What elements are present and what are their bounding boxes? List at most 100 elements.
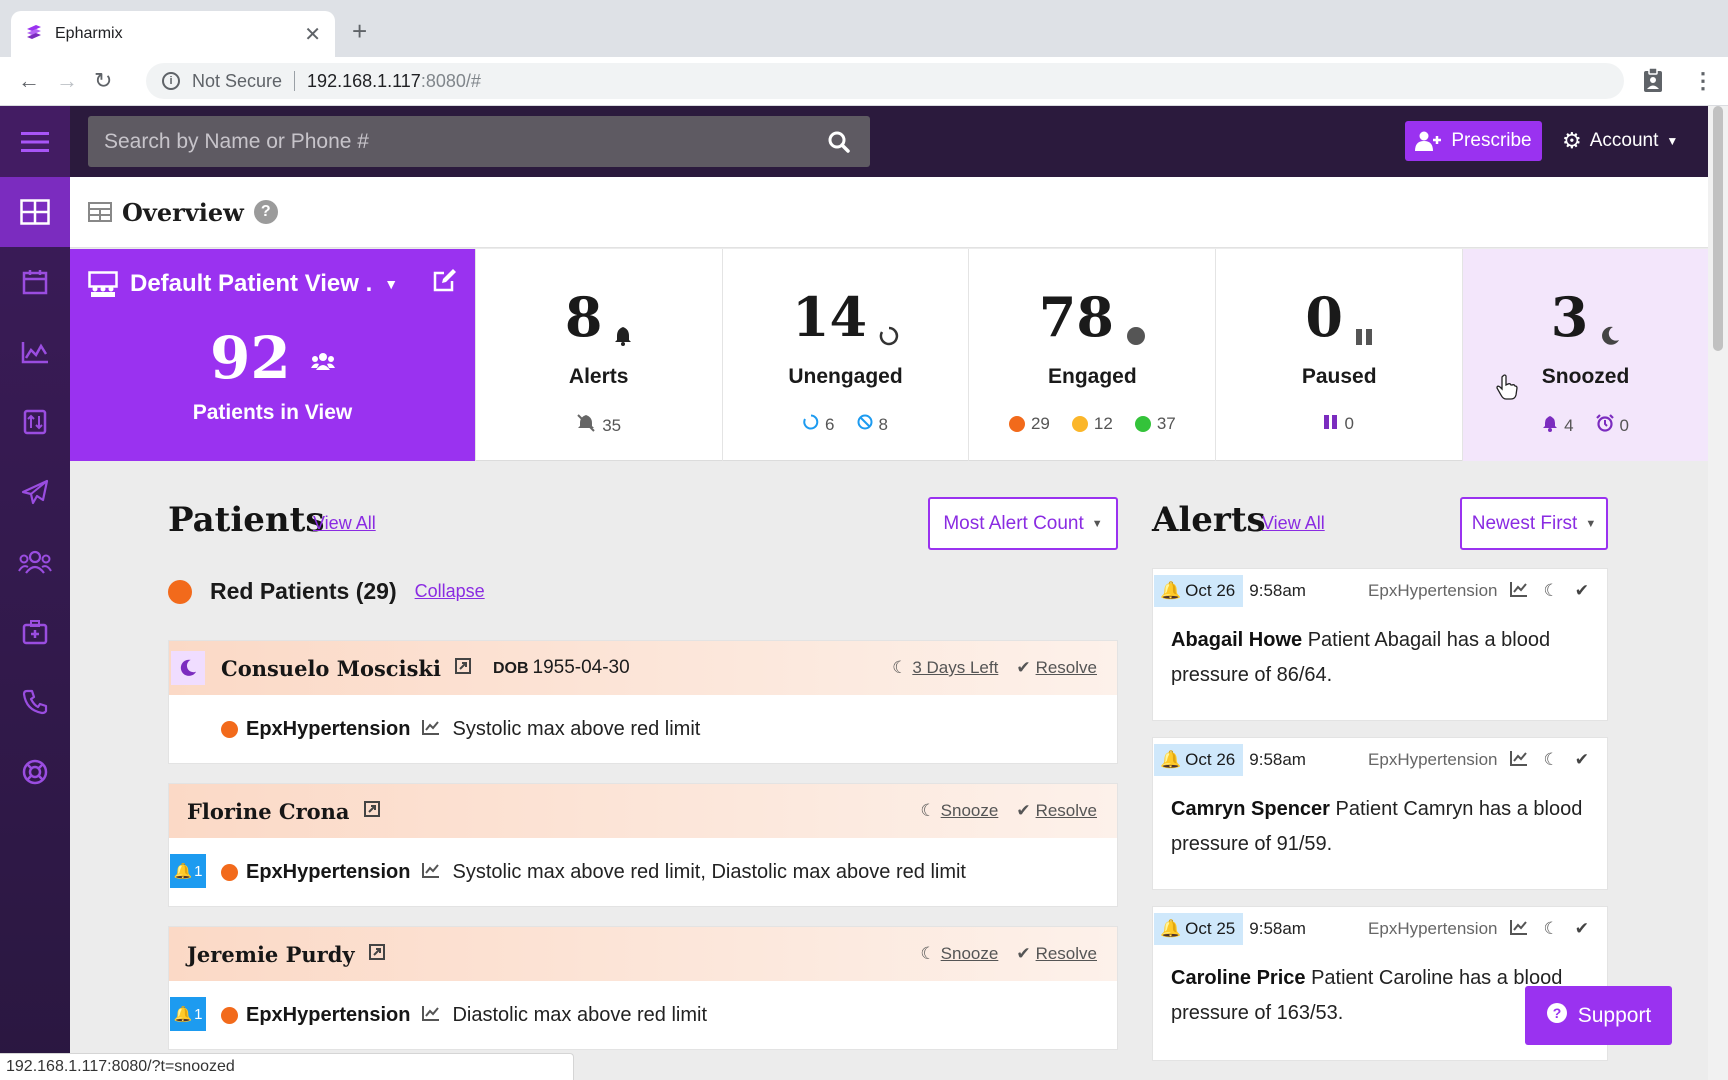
moon-snoozed-icon bbox=[171, 651, 205, 685]
alert-card[interactable]: 🔔 Oct 26 9:58am EpxHypertension ☾ ✔ Camry… bbox=[1152, 737, 1608, 890]
browser-tab-bar: Epharmix ✕ + bbox=[0, 0, 1728, 57]
snooze-action[interactable]: ☾ Snooze bbox=[920, 801, 998, 821]
sidebar-item-transfers[interactable] bbox=[0, 387, 70, 457]
reload-icon[interactable]: ↻ bbox=[94, 69, 112, 93]
resolve-action[interactable]: ✔ Resolve bbox=[1016, 801, 1097, 821]
help-icon[interactable]: ? bbox=[253, 200, 278, 224]
prescribe-button[interactable]: Prescribe bbox=[1405, 121, 1542, 161]
browser-tab[interactable]: Epharmix ✕ bbox=[11, 11, 335, 57]
page-title: Overview bbox=[122, 197, 244, 227]
caret-down-icon[interactable]: ▼ bbox=[384, 276, 398, 292]
patients-view-all-link[interactable]: View All bbox=[313, 513, 376, 534]
back-arrow-icon[interactable]: ← bbox=[18, 69, 40, 93]
moon-icon[interactable]: ☾ bbox=[1544, 919, 1559, 939]
new-tab-icon[interactable]: + bbox=[352, 18, 367, 44]
sidebar bbox=[0, 106, 70, 1080]
hand-cursor-icon bbox=[1496, 374, 1518, 405]
external-link-icon[interactable] bbox=[363, 800, 380, 822]
stat-alerts[interactable]: 8 Alerts 35 bbox=[474, 249, 722, 461]
resolve-action[interactable]: ✔ Resolve bbox=[1016, 658, 1097, 678]
bell-slash-icon bbox=[576, 414, 596, 437]
search-bar[interactable]: Search by Name or Phone # bbox=[88, 116, 870, 167]
more-menu-icon[interactable]: ⋮ bbox=[1692, 69, 1714, 93]
alert-time: 9:58am bbox=[1249, 581, 1306, 600]
forward-arrow-icon[interactable]: → bbox=[56, 69, 78, 93]
stat-paused[interactable]: 0 Paused 0 bbox=[1215, 249, 1462, 461]
patient-view-title[interactable]: Default Patient View . bbox=[130, 270, 372, 298]
alert-count-badge[interactable]: 🔔 1 bbox=[170, 997, 206, 1031]
line-chart-icon[interactable] bbox=[422, 1004, 440, 1027]
patients-sort-value: Most Alert Count bbox=[943, 512, 1084, 534]
check-icon: ✔ bbox=[1016, 801, 1031, 820]
alarm-clock-icon bbox=[1595, 414, 1614, 437]
patient-dob: DOB 1955-04-30 bbox=[492, 657, 630, 678]
bell-blue-icon: 🔔 bbox=[1160, 919, 1182, 938]
sidebar-item-overview[interactable] bbox=[0, 177, 70, 247]
snooze-action[interactable]: ☾ 3 Days Left bbox=[892, 658, 998, 678]
patient-name[interactable]: Consuelo Mosciski bbox=[221, 656, 441, 681]
line-chart-icon[interactable] bbox=[1509, 750, 1528, 771]
alert-patient-name[interactable]: Camryn Spencer bbox=[1171, 798, 1330, 820]
moon-icon: ☾ bbox=[892, 658, 908, 677]
account-menu[interactable]: ⚙ Account ▼ bbox=[1562, 121, 1678, 161]
red-patients-group-header: Red Patients (29) Collapse bbox=[168, 578, 485, 605]
edit-icon[interactable] bbox=[432, 267, 458, 300]
external-link-icon[interactable] bbox=[368, 943, 385, 965]
sidebar-item-calls[interactable] bbox=[0, 667, 70, 737]
check-icon[interactable]: ✔ bbox=[1575, 919, 1589, 939]
sidebar-item-patients[interactable] bbox=[0, 527, 70, 597]
stat-engaged[interactable]: 78 Engaged 29 12 37 bbox=[968, 249, 1215, 461]
program-name[interactable]: EpxHypertension bbox=[246, 718, 410, 741]
program-name[interactable]: EpxHypertension bbox=[246, 861, 410, 884]
alert-count-badge[interactable]: 🔔 1 bbox=[170, 854, 206, 888]
sidebar-item-medical[interactable] bbox=[0, 597, 70, 667]
svg-text:?: ? bbox=[1552, 1005, 1561, 1021]
sidebar-item-messages[interactable] bbox=[0, 457, 70, 527]
external-link-icon[interactable] bbox=[454, 657, 471, 679]
collapse-link[interactable]: Collapse bbox=[415, 581, 485, 602]
stat-snoozed[interactable]: 3 Snoozed 4 0 bbox=[1462, 249, 1708, 461]
sidebar-item-analytics[interactable] bbox=[0, 317, 70, 387]
snooze-action[interactable]: ☾ Snooze bbox=[920, 944, 998, 964]
patient-name[interactable]: Jeremie Purdy bbox=[187, 942, 355, 967]
patients-sort-select[interactable]: Most Alert Count ▼ bbox=[928, 497, 1118, 550]
line-chart-icon[interactable] bbox=[1509, 581, 1528, 602]
check-icon[interactable]: ✔ bbox=[1575, 581, 1589, 601]
alerts-view-all-link[interactable]: View All bbox=[1262, 513, 1325, 534]
sidebar-item-help[interactable] bbox=[0, 737, 70, 807]
close-tab-icon[interactable]: ✕ bbox=[304, 22, 321, 47]
check-icon[interactable]: ✔ bbox=[1575, 750, 1589, 770]
scrollbar[interactable] bbox=[1708, 106, 1728, 1080]
ban-icon bbox=[857, 414, 873, 435]
moon-icon[interactable]: ☾ bbox=[1544, 581, 1559, 601]
moon-icon[interactable]: ☾ bbox=[1544, 750, 1559, 770]
group-title: Red Patients (29) bbox=[210, 578, 397, 604]
alerts-sort-select[interactable]: Newest First ▼ bbox=[1460, 497, 1608, 550]
patient-name[interactable]: Florine Crona bbox=[187, 799, 350, 824]
alert-card[interactable]: 🔔 Oct 26 9:58am EpxHypertension ☾ ✔ Abaga… bbox=[1152, 568, 1608, 721]
circle-notch-blue-icon bbox=[803, 414, 819, 435]
stat-label: Alerts bbox=[568, 365, 629, 388]
scrollbar-thumb[interactable] bbox=[1713, 106, 1723, 351]
support-button[interactable]: ? Support bbox=[1525, 986, 1672, 1045]
sidebar-item-calendar[interactable] bbox=[0, 247, 70, 317]
hamburger-menu-icon[interactable] bbox=[0, 106, 70, 177]
status-bar-url: 192.168.1.117:8080/?t=snoozed bbox=[0, 1053, 574, 1080]
alert-patient-name[interactable]: Caroline Price bbox=[1171, 967, 1306, 989]
alert-message: Systolic max above red limit, Diastolic … bbox=[452, 860, 966, 883]
snoozed-alarm-count: 0 bbox=[1619, 415, 1630, 435]
search-icon[interactable] bbox=[808, 116, 870, 167]
resolve-action[interactable]: ✔ Resolve bbox=[1016, 944, 1097, 964]
search-input[interactable]: Search by Name or Phone # bbox=[104, 130, 808, 154]
clipboard-icon[interactable] bbox=[1642, 67, 1664, 98]
program-name[interactable]: EpxHypertension bbox=[246, 1004, 410, 1027]
info-icon[interactable]: i bbox=[162, 72, 180, 90]
alerts-sort-value: Newest First bbox=[1471, 512, 1578, 534]
address-bar[interactable]: i Not Secure 192.168.1.117 :8080/# bbox=[146, 63, 1624, 99]
line-chart-icon[interactable] bbox=[422, 861, 440, 884]
alert-patient-name[interactable]: Abagail Howe bbox=[1171, 629, 1302, 651]
bell-icon: 🔔 bbox=[173, 1006, 193, 1023]
line-chart-icon[interactable] bbox=[422, 718, 440, 741]
stat-unengaged[interactable]: 14 Unengaged 6 8 bbox=[721, 249, 969, 461]
line-chart-icon[interactable] bbox=[1509, 919, 1528, 940]
